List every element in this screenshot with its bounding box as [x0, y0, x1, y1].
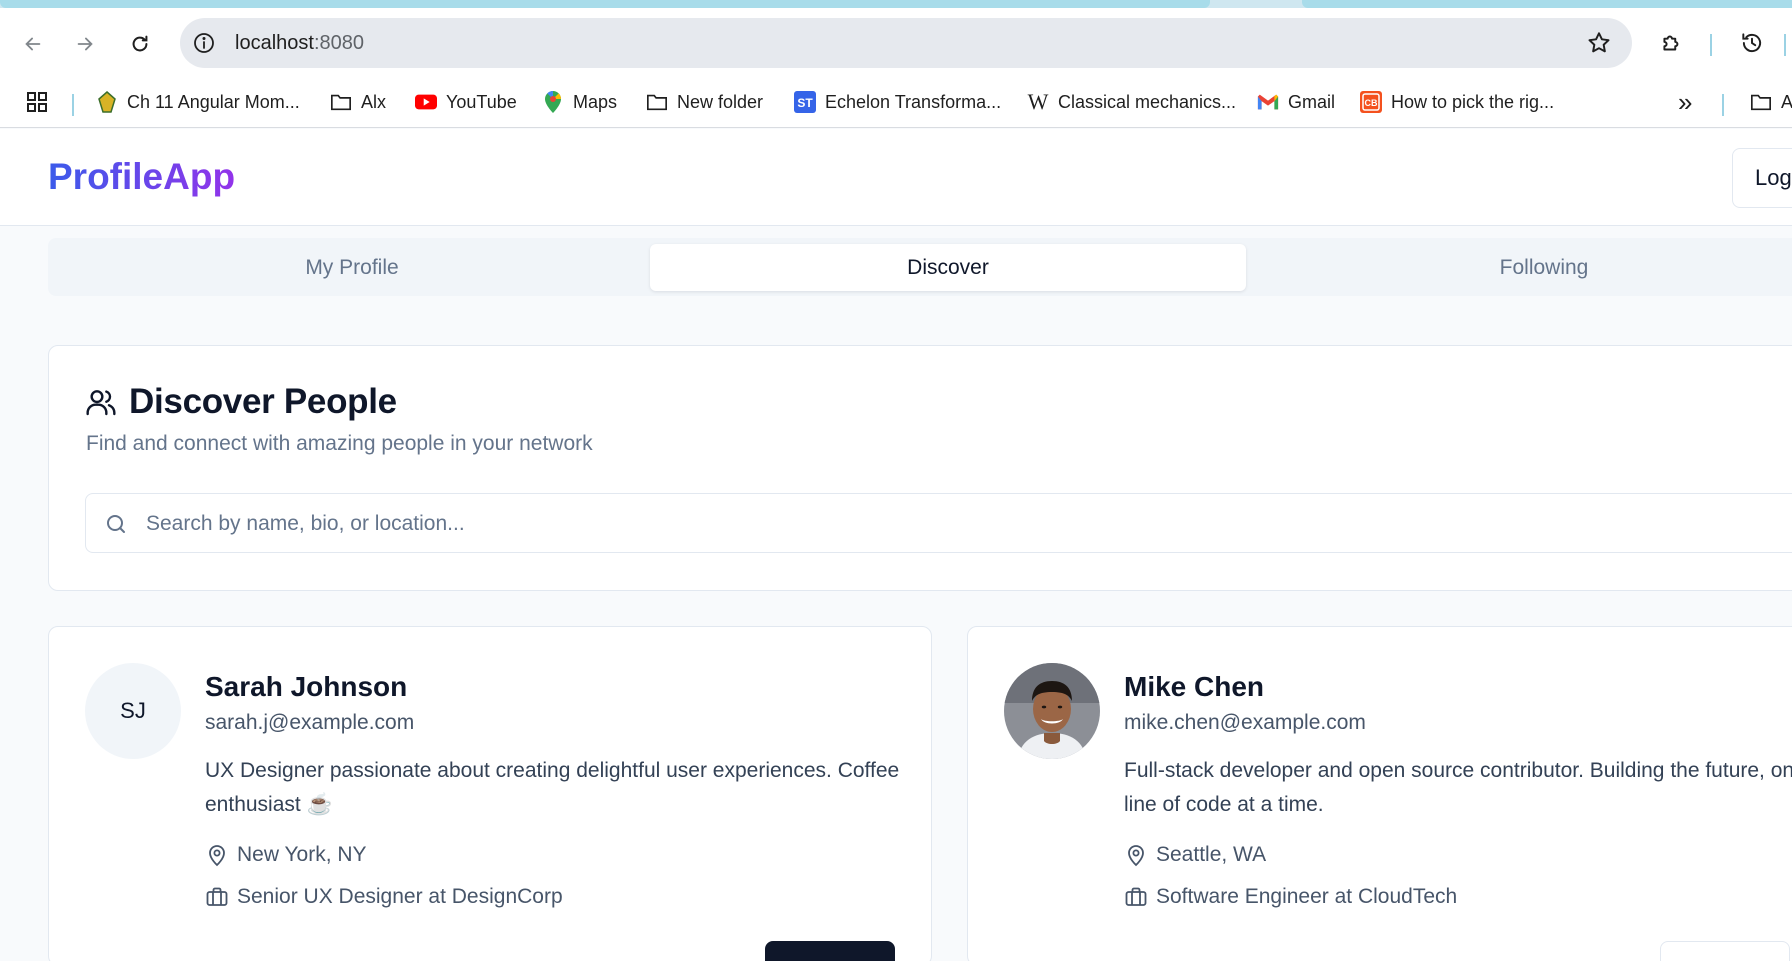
- person-card: Mike Chen mike.chen@example.com Full-sta…: [967, 626, 1792, 961]
- profile-photo: [1004, 663, 1100, 759]
- bookmark-angular[interactable]: Ch 11 Angular Mom...: [96, 88, 300, 116]
- apps-button[interactable]: [26, 88, 48, 116]
- reload-icon: [132, 35, 148, 52]
- map-pin-icon: [209, 845, 225, 867]
- search-field[interactable]: [85, 493, 1792, 553]
- discover-people-card: Discover People Find and connect with am…: [48, 345, 1792, 591]
- logout-button[interactable]: Log: [1732, 148, 1792, 208]
- bookmark-maps[interactable]: Maps: [542, 88, 617, 116]
- browser-tab[interactable]: [1302, 0, 1792, 8]
- bookmarks-overflow-button[interactable]: »: [1678, 88, 1692, 116]
- gmail-icon: [1257, 91, 1279, 113]
- toolbar-divider: [1710, 34, 1712, 56]
- avatar[interactable]: [1004, 663, 1100, 759]
- arrow-right-icon: [77, 37, 93, 51]
- briefcase-icon: [206, 887, 228, 906]
- tab-my-profile[interactable]: My Profile: [54, 244, 650, 291]
- bookmark-alx[interactable]: Alx: [330, 88, 386, 116]
- page-title: Discover People: [129, 382, 397, 421]
- chevron-double-right-icon: »: [1678, 87, 1693, 117]
- bookmark-classical-mechanics[interactable]: W Classical mechanics...: [1027, 88, 1236, 116]
- reload-button[interactable]: [124, 28, 156, 60]
- bookmark-folder-a[interactable]: A: [1750, 88, 1792, 116]
- tab-discover[interactable]: Discover: [650, 244, 1246, 291]
- site-info-icon[interactable]: [192, 31, 216, 55]
- svg-text:ST: ST: [797, 96, 813, 110]
- follow-button[interactable]: [765, 941, 895, 961]
- back-button[interactable]: [17, 28, 49, 60]
- bookmark-echelon[interactable]: ST Echelon Transforma...: [794, 88, 1001, 116]
- person-job: Software Engineer at CloudTech: [1124, 883, 1457, 911]
- search-input[interactable]: [146, 504, 1792, 544]
- person-location: New York, NY: [205, 841, 367, 869]
- folder-icon: [330, 91, 352, 113]
- maps-pin-icon: [542, 91, 564, 113]
- bookmarks-bar: Ch 11 Angular Mom... Alx YouTube Maps Ne…: [0, 78, 1792, 128]
- person-email: sarah.j@example.com: [205, 711, 415, 734]
- bookmarks-divider: [1722, 94, 1724, 116]
- bookmark-gmail[interactable]: Gmail: [1257, 88, 1335, 116]
- avatar[interactable]: SJ: [85, 663, 181, 759]
- search-icon: [107, 515, 125, 533]
- main-tabs: My Profile Discover Following: [48, 238, 1792, 296]
- folder-icon: [1750, 91, 1772, 113]
- toolbar-divider: [1784, 34, 1786, 56]
- angular-leaf-icon: [96, 91, 118, 113]
- wikipedia-icon: W: [1027, 89, 1049, 114]
- person-job: Senior UX Designer at DesignCorp: [205, 883, 563, 911]
- bookmark-star-icon[interactable]: [1586, 30, 1612, 56]
- apps-grid-icon: [26, 91, 48, 113]
- cb-logo-icon: CB: [1360, 91, 1382, 113]
- follow-button[interactable]: [1660, 941, 1790, 961]
- svg-text:CB: CB: [1365, 98, 1378, 108]
- puzzle-icon: [1663, 35, 1679, 51]
- map-pin-icon: [1128, 845, 1144, 867]
- briefcase-icon: [1125, 887, 1147, 906]
- person-location: Seattle, WA: [1124, 841, 1266, 869]
- browser-toolbar: localhost:8080: [0, 8, 1792, 78]
- person-email: mike.chen@example.com: [1124, 711, 1366, 734]
- address-bar[interactable]: localhost:8080: [180, 18, 1632, 68]
- extensions-button[interactable]: [1656, 27, 1688, 59]
- users-icon: [86, 390, 116, 416]
- app-header: ProfileApp Log: [0, 129, 1792, 226]
- forward-button[interactable]: [69, 28, 101, 60]
- folder-icon: [646, 91, 668, 113]
- person-bio: UX Designer passionate about creating de…: [205, 759, 900, 816]
- bookmark-new-folder[interactable]: New folder: [646, 88, 763, 116]
- person-name[interactable]: Mike Chen: [1124, 671, 1264, 703]
- app-logo[interactable]: ProfileApp: [48, 156, 235, 198]
- bookmark-how-to-pick[interactable]: CB How to pick the rig...: [1360, 88, 1554, 116]
- history-button[interactable]: [1736, 27, 1768, 59]
- bookmarks-divider: [72, 94, 74, 116]
- person-bio: Full-stack developer and open source con…: [1124, 759, 1792, 816]
- bookmark-youtube[interactable]: YouTube: [415, 88, 517, 116]
- url-text: localhost:8080: [235, 32, 364, 54]
- tab-following[interactable]: Following: [1246, 244, 1792, 291]
- arrow-left-icon: [25, 37, 41, 51]
- person-name[interactable]: Sarah Johnson: [205, 671, 407, 703]
- browser-tab-strip: [0, 0, 1792, 8]
- history-icon: [1742, 33, 1762, 53]
- person-card: SJ Sarah Johnson sarah.j@example.com UX …: [48, 626, 932, 961]
- st-logo-icon: ST: [794, 91, 816, 113]
- youtube-icon: [415, 91, 437, 113]
- page-subtitle: Find and connect with amazing people in …: [86, 432, 593, 455]
- browser-tab[interactable]: [0, 0, 1210, 8]
